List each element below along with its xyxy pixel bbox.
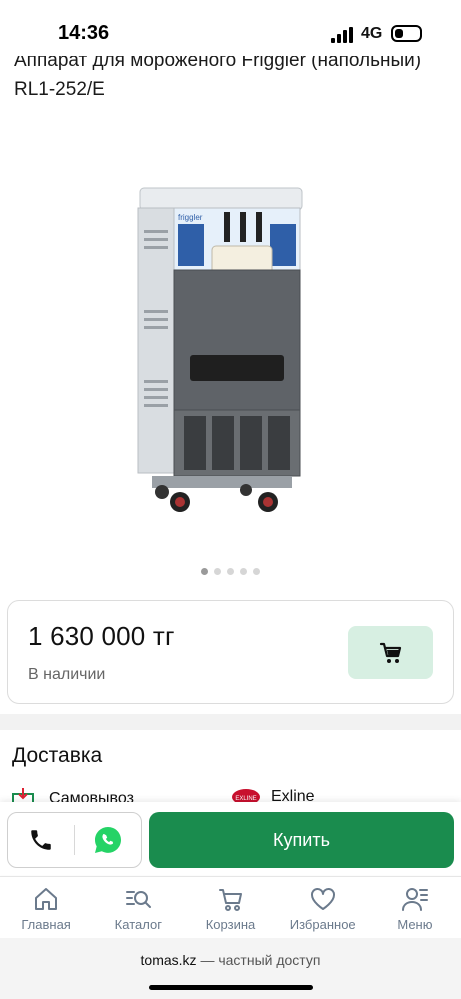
- gallery-dot[interactable]: [214, 568, 221, 575]
- contact-buttons: [7, 812, 142, 868]
- section-separator: [0, 714, 461, 730]
- heart-icon: [310, 888, 335, 910]
- product-image-gallery[interactable]: friggler: [0, 160, 461, 550]
- user-menu-icon: [401, 888, 428, 911]
- home-indicator[interactable]: [149, 985, 313, 990]
- price-card: 1 630 000 тг В наличии: [7, 600, 454, 704]
- tab-label: Избранное: [289, 917, 356, 932]
- add-to-cart-button[interactable]: [348, 626, 433, 679]
- buy-button[interactable]: Купить: [149, 812, 454, 868]
- tab-menu[interactable]: Меню: [369, 877, 461, 938]
- gallery-dot[interactable]: [240, 568, 247, 575]
- tab-home[interactable]: Главная: [0, 877, 92, 938]
- whatsapp-button[interactable]: [75, 813, 141, 867]
- whatsapp-icon: [95, 827, 121, 853]
- product-price: 1 630 000 тг: [28, 621, 175, 651]
- gallery-dot[interactable]: [227, 568, 234, 575]
- availability-status: В наличии: [28, 666, 106, 683]
- network-type: 4G: [361, 25, 383, 42]
- purchase-action-bar: Купить: [0, 802, 461, 875]
- catalog-search-icon: [126, 891, 152, 908]
- status-time: 14:36: [58, 22, 110, 44]
- gallery-dot[interactable]: [253, 568, 260, 575]
- home-icon: [35, 888, 58, 910]
- gallery-dot[interactable]: [201, 568, 208, 575]
- bottom-tab-bar: Главная Каталог Корзина Избранное Меню: [0, 876, 461, 938]
- product-image: friggler: [137, 187, 303, 512]
- call-button[interactable]: [8, 813, 74, 867]
- battery-icon: [391, 25, 422, 42]
- phone-icon: [31, 830, 51, 850]
- brand-label: friggler: [178, 213, 203, 222]
- url-line: tomas.kz — частный доступ: [0, 952, 461, 968]
- tab-favorites[interactable]: Избранное: [277, 877, 369, 938]
- private-access-label: — частный доступ: [196, 952, 321, 968]
- tab-label: Меню: [397, 917, 433, 932]
- tab-label: Каталог: [114, 917, 162, 932]
- cart-icon: [379, 642, 401, 663]
- gallery-pagination[interactable]: [0, 568, 461, 575]
- cart-icon: [218, 889, 242, 911]
- browser-address-bar[interactable]: tomas.kz — частный доступ: [0, 938, 461, 999]
- tab-label: Корзина: [205, 917, 256, 932]
- tab-cart[interactable]: Корзина: [184, 877, 276, 938]
- delivery-heading: Доставка: [12, 744, 103, 767]
- battery-level: [395, 29, 403, 38]
- cellular-signal-icon: [331, 27, 353, 43]
- tab-label: Главная: [21, 917, 71, 932]
- url-domain: tomas.kz: [140, 952, 197, 968]
- tab-catalog[interactable]: Каталог: [92, 877, 184, 938]
- status-bar: 14:36 4G: [0, 0, 461, 56]
